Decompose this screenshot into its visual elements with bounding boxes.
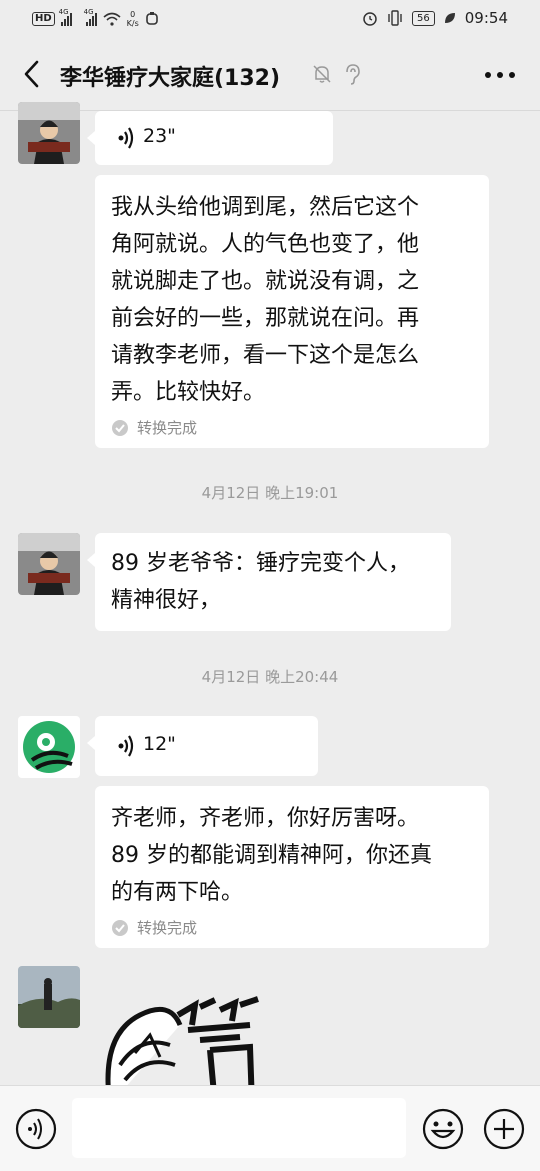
voice-duration: 12" <box>143 733 176 755</box>
input-bar <box>0 1085 540 1171</box>
vibrate-icon <box>388 10 402 26</box>
voice-wave-icon <box>118 735 134 757</box>
earpiece-icon <box>346 64 360 85</box>
sender-avatar[interactable] <box>18 716 80 778</box>
more-options-icon[interactable] <box>484 71 516 79</box>
voice-transcript[interactable]: 齐老师，齐老师，你好厉害呀。 89 岁的都能调到精神阿，你还真 的有两下哈。 转… <box>95 786 489 948</box>
voice-message[interactable]: 23" <box>87 111 333 165</box>
more-functions-plus-icon[interactable] <box>482 1107 526 1151</box>
voice-input-toggle-icon[interactable] <box>15 1108 57 1150</box>
app-notification-icon <box>145 12 158 25</box>
timestamp: 4月12日 晚上19:01 <box>201 484 339 502</box>
timestamp: 4月12日 晚上20:44 <box>201 668 339 686</box>
transcript-status: 转换完成 <box>111 917 197 938</box>
battery-indicator: 56 <box>412 10 435 26</box>
voice-transcript[interactable]: 我从头给他调到尾，然后它这个 角阿就说。人的气色也变了，他 就说脚走了也。就说没… <box>95 175 489 448</box>
chat-header: 李华锤疗大家庭(132) <box>0 38 540 111</box>
message-text: 我从头给他调到尾，然后它这个 角阿就说。人的气色也变了，他 就说脚走了也。就说没… <box>111 195 420 405</box>
transcript-status: 转换完成 <box>111 417 197 438</box>
sender-avatar[interactable] <box>18 533 80 595</box>
voice-duration: 23" <box>143 125 176 147</box>
leaf-icon <box>444 13 455 23</box>
back-icon[interactable] <box>18 59 48 89</box>
voice-message[interactable]: 12" <box>87 716 318 776</box>
alarm-icon <box>363 12 377 26</box>
sender-avatar[interactable] <box>18 102 80 164</box>
thumbs-up-sticker[interactable] <box>100 995 265 1085</box>
check-icon <box>112 919 128 936</box>
sender-avatar[interactable] <box>18 966 80 1028</box>
text-message[interactable]: 89 岁老爷爷：锤疗完变个人， 精神很好， <box>87 533 451 631</box>
wifi-icon <box>103 12 121 26</box>
message-input[interactable] <box>72 1098 406 1158</box>
cell-signal-icon-2: 4G <box>84 8 97 26</box>
message-text: 89 岁老爷爷：锤疗完变个人， 精神很好， <box>111 551 410 613</box>
status-bar: HD 4G 4G 0 K/s 56 09:54 <box>0 0 540 38</box>
emoji-icon[interactable] <box>421 1107 465 1151</box>
clock: 09:54 <box>464 9 508 27</box>
chat-title: 李华锤疗大家庭(132) <box>60 66 281 91</box>
net-speed: 0 K/s <box>126 10 139 28</box>
hd-indicator: HD <box>32 12 55 26</box>
cell-signal-icon: 4G <box>59 8 72 26</box>
voice-wave-icon <box>118 127 134 149</box>
message-text: 齐老师，齐老师，你好厉害呀。 89 岁的都能调到精神阿，你还真 的有两下哈。 <box>111 806 432 905</box>
mute-bell-icon <box>313 65 331 83</box>
check-icon <box>112 419 128 436</box>
